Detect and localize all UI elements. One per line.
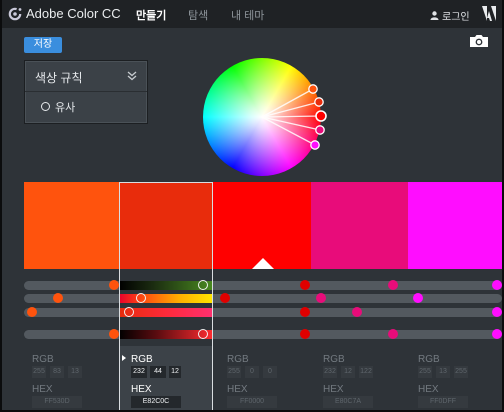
rgb-r-field[interactable]: 232 xyxy=(131,366,147,378)
color-rule-dropdown[interactable]: 색상 규칙 유사 xyxy=(24,60,148,124)
rgb-g-field[interactable]: 44 xyxy=(150,366,166,378)
slider-gradient-2[interactable] xyxy=(119,294,213,303)
adobe-logo-icon[interactable] xyxy=(482,5,496,22)
wheel-line-2 xyxy=(261,101,320,118)
rgb-g-field[interactable]: 12 xyxy=(341,366,355,378)
hex-field[interactable]: E80C7A xyxy=(323,396,373,408)
hex-label: HEX xyxy=(32,384,53,395)
slider-knob-2-1[interactable] xyxy=(53,293,63,303)
rgb-r-field[interactable]: 255 xyxy=(227,366,241,378)
slider-knob-1-3[interactable] xyxy=(300,280,310,290)
rgb-b-field[interactable]: 255 xyxy=(454,366,468,378)
rgb-label: RGB xyxy=(418,354,440,365)
rgb-b-field[interactable]: 12 xyxy=(169,366,181,378)
slider-knob-1-2[interactable] xyxy=(198,280,208,290)
rgb-b-field[interactable]: 13 xyxy=(68,366,82,378)
slider-knob-2-3[interactable] xyxy=(220,293,230,303)
color-swatch-3[interactable] xyxy=(213,182,311,269)
nav-create[interactable]: 만들기 xyxy=(136,7,166,23)
wheel-line-4 xyxy=(261,116,321,131)
slider-knob-4-2[interactable] xyxy=(198,329,208,339)
color-swatch-2[interactable] xyxy=(119,182,213,269)
slider-knob-2-4[interactable] xyxy=(316,293,326,303)
login-link[interactable]: 로그인 xyxy=(430,8,470,23)
color-rule-title: 색상 규칙 xyxy=(35,71,83,85)
slider-knob-3-3[interactable] xyxy=(300,307,310,317)
top-bar: Adobe Color CC 만들기 탐색 내 테마 로그인 xyxy=(2,0,502,28)
base-color-indicator xyxy=(252,258,274,269)
wheel-line-5 xyxy=(261,116,316,146)
hex-label: HEX xyxy=(418,384,439,395)
slider-knob-3-5[interactable] xyxy=(492,307,502,317)
slider-knob-3-1[interactable] xyxy=(27,307,37,317)
slider-track-4[interactable] xyxy=(24,330,502,339)
slider-knob-1-4[interactable] xyxy=(388,280,398,290)
hex-field[interactable]: FF0000 xyxy=(227,396,277,408)
slider-knob-4-5[interactable] xyxy=(492,329,502,339)
slider-knob-4-4[interactable] xyxy=(388,329,398,339)
slider-knob-1-5[interactable] xyxy=(492,280,502,290)
color-wheel-markers[interactable] xyxy=(203,58,327,176)
slider-track-2[interactable] xyxy=(24,294,502,303)
rgb-b-field[interactable]: 122 xyxy=(359,366,373,378)
play-icon xyxy=(122,355,126,361)
wheel-marker-2[interactable] xyxy=(314,97,324,107)
color-swatch-1[interactable] xyxy=(24,182,119,269)
rgb-g-field[interactable]: 83 xyxy=(50,366,64,378)
wheel-marker-4[interactable] xyxy=(315,125,325,135)
radio-analogous[interactable] xyxy=(41,102,50,111)
nav-my-themes[interactable]: 내 테마 xyxy=(231,7,264,23)
color-rule-header[interactable]: 색상 규칙 xyxy=(25,61,147,92)
hex-field[interactable]: FF530D xyxy=(32,396,82,408)
rgb-g-field[interactable]: 0 xyxy=(245,366,259,378)
slider-knob-3-4[interactable] xyxy=(352,307,362,317)
slider-knob-2-5[interactable] xyxy=(413,293,423,303)
slider-knob-1-1[interactable] xyxy=(109,280,119,290)
hex-field[interactable]: FF0DFF xyxy=(418,396,468,408)
slider-knob-2-2[interactable] xyxy=(136,293,146,303)
wheel-line-3 xyxy=(261,115,322,118)
login-label: 로그인 xyxy=(442,12,470,23)
wheel-marker-5[interactable] xyxy=(310,140,320,150)
slider-knob-3-2[interactable] xyxy=(124,307,134,317)
app-title[interactable]: Adobe Color CC xyxy=(26,6,121,21)
hex-label: HEX xyxy=(323,384,344,395)
adobe-color-app: Adobe Color CC 만들기 탐색 내 테마 로그인 저장 색상 규칙 xyxy=(2,0,502,410)
rgb-r-field[interactable]: 232 xyxy=(323,366,337,378)
slider-knob-4-3[interactable] xyxy=(300,329,310,339)
wheel-marker-1[interactable] xyxy=(308,84,318,94)
hex-field[interactable]: E82C0C xyxy=(131,396,181,408)
adobe-color-logo-icon[interactable] xyxy=(8,7,22,21)
rgb-b-field[interactable]: 0 xyxy=(263,366,277,378)
double-chevron-down-icon[interactable] xyxy=(127,71,137,81)
rgb-label: RGB xyxy=(323,354,345,365)
rgb-label: RGB xyxy=(32,354,54,365)
slider-knob-4-1[interactable] xyxy=(109,329,119,339)
rgb-label: RGB xyxy=(227,354,249,365)
hex-label: HEX xyxy=(131,384,152,395)
hex-label: HEX xyxy=(227,384,248,395)
rule-option-analogous[interactable]: 유사 xyxy=(55,99,75,115)
color-swatch-4[interactable] xyxy=(311,182,408,269)
save-button[interactable]: 저장 xyxy=(24,37,62,53)
rgb-label: RGB xyxy=(131,354,153,365)
slider-track-1[interactable] xyxy=(24,281,502,290)
rgb-r-field[interactable]: 255 xyxy=(418,366,432,378)
slider-track-3[interactable] xyxy=(24,308,502,317)
wheel-marker-base[interactable] xyxy=(315,110,327,122)
color-swatch-5[interactable] xyxy=(408,182,502,269)
user-icon xyxy=(430,11,439,20)
wheel-line-1 xyxy=(261,88,314,118)
camera-icon[interactable] xyxy=(469,34,489,48)
nav-explore[interactable]: 탐색 xyxy=(188,7,208,23)
rgb-r-field[interactable]: 255 xyxy=(32,366,46,378)
rgb-g-field[interactable]: 13 xyxy=(436,366,450,378)
